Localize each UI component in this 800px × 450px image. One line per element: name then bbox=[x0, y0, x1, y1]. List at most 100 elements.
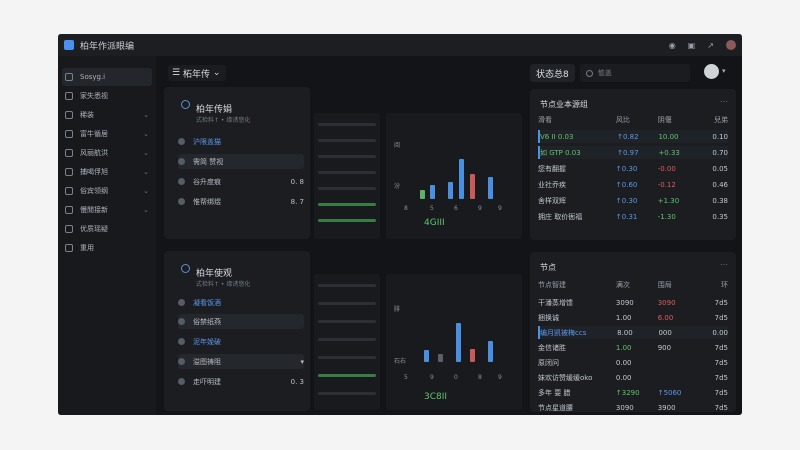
table-row[interactable]: 妹欢访赞缓缓oko 0.00 7d5 bbox=[538, 371, 728, 384]
wifi-icon bbox=[65, 225, 73, 233]
list-item[interactable]: 惟帮绑煜 8. 7 bbox=[178, 194, 304, 209]
moon-icon bbox=[178, 198, 185, 205]
chart-label: 腓 bbox=[394, 306, 401, 313]
chart-label: 汾 bbox=[394, 183, 401, 190]
lock-icon bbox=[65, 206, 73, 214]
tick-label: 9 bbox=[498, 205, 502, 212]
metric-value: 3C8II bbox=[424, 392, 448, 402]
sidebar-item-4[interactable]: 风丽航洪 ⌄ bbox=[58, 144, 156, 162]
title-bar: 柏年作派眼编 ◉ ▣ ↗ bbox=[58, 34, 742, 56]
metric-value: 4GIII bbox=[424, 218, 445, 228]
globe-icon[interactable]: ◉ bbox=[669, 41, 676, 50]
doc-icon bbox=[65, 130, 73, 138]
sparkline bbox=[318, 155, 376, 158]
list-item[interactable]: 凝看饭酒 bbox=[178, 295, 304, 310]
list-item[interactable]: 泥年娩破 bbox=[178, 334, 304, 349]
chevron-down-icon: ⌄ bbox=[143, 130, 149, 138]
list-item[interactable]: 需简 赞视 bbox=[178, 154, 304, 169]
table-row[interactable]: 舍样双辉 ↑0.30 +1.30 0.38 bbox=[538, 194, 728, 207]
table-row[interactable]: 干潘蒸增馈 3090 3090 7d5 bbox=[538, 296, 728, 309]
panel-subtitle: 式检料↑ • 缘诱悠化 bbox=[196, 117, 251, 124]
list-item[interactable]: 俗禁纸燕 bbox=[178, 314, 304, 329]
list-item[interactable]: 走吓明建 0. 3 bbox=[178, 374, 304, 389]
table-row[interactable]: 原闭问 0.00 7d5 bbox=[538, 356, 728, 369]
sidebar-item-6[interactable]: 俗宾领纲 ⌄ bbox=[58, 182, 156, 200]
table-row[interactable]: 您有翻握 ↑0.30 -0.00 0.05 bbox=[538, 162, 728, 175]
link-icon bbox=[178, 158, 185, 165]
tick-label: 9 bbox=[478, 205, 482, 212]
table-header: 滑看 风比 阴偃 兒弟 bbox=[538, 115, 728, 124]
table-row[interactable]: 捆换诚 1.00 6.00 7d5 bbox=[538, 311, 728, 324]
sparkline bbox=[318, 219, 376, 222]
list-item[interactable]: 谷升度痕 0. 8 bbox=[178, 174, 304, 189]
table-row[interactable]: 节点星道腰 3090 3900 7d5 bbox=[538, 401, 728, 414]
search-icon bbox=[585, 69, 593, 77]
list-icon bbox=[65, 111, 73, 119]
panel-title: 节点 bbox=[540, 263, 556, 272]
search-input[interactable]: 恤盖 bbox=[579, 64, 690, 82]
sparkline bbox=[318, 338, 376, 341]
sidebar-item-9[interactable]: 重用 bbox=[58, 239, 156, 257]
user-avatar[interactable] bbox=[726, 40, 736, 50]
bar bbox=[430, 185, 435, 199]
sparkline bbox=[318, 284, 376, 287]
bar bbox=[470, 349, 475, 362]
table-row[interactable]: 多年 耍 腊 ↑3290 ↑5060 7d5 bbox=[538, 386, 728, 399]
sidebar-item-1[interactable]: 家失悉视 bbox=[58, 87, 156, 105]
bar bbox=[488, 177, 493, 199]
bar bbox=[470, 174, 475, 199]
more-icon[interactable]: ⋯ bbox=[720, 260, 728, 269]
sparkline bbox=[318, 320, 376, 323]
list-item[interactable]: 溢图祷阻 ▾ bbox=[178, 354, 304, 369]
tick-label: 8 bbox=[478, 374, 482, 381]
avatar[interactable] bbox=[704, 64, 719, 79]
table-row[interactable]: 如 GTP 0.03 ↑0.97 +0.33 0.70 bbox=[538, 146, 728, 159]
sparkline bbox=[318, 374, 376, 377]
table-row[interactable]: 拥庄 取价衙福 ↑0.31 -1.30 0.35 bbox=[538, 210, 728, 223]
chevron-down-icon[interactable]: ▾ bbox=[722, 67, 726, 75]
table-row[interactable]: 编月凯被梅ccs 8.00 000 0.00 bbox=[538, 326, 728, 339]
shield-icon bbox=[178, 138, 185, 145]
table-row[interactable]: 业社乔疾 ↑0.60 -0.12 0.46 bbox=[538, 178, 728, 191]
bar bbox=[448, 182, 453, 199]
window-icon bbox=[65, 149, 73, 157]
bar-chart-panel-2: 腓 石右 5 9 0 8 9 3C8II bbox=[386, 274, 522, 410]
sidebar-item-2[interactable]: 稀装 ⌄ bbox=[58, 106, 156, 124]
tick-label: 5 bbox=[430, 205, 434, 212]
sidebar: Sosyg.i 家失悉视 稀装 ⌄ 富牛循居 ⌄ 风丽航洪 ⌄ 捕喝俘旭 ⌄ 俗宾领纲 ⌄… bbox=[58, 56, 156, 415]
tool-icon[interactable]: ↗ bbox=[707, 41, 714, 50]
sparkline bbox=[318, 171, 376, 174]
sidebar-item-7[interactable]: 慢閒接新 ⌄ bbox=[58, 201, 156, 219]
sidebar-item-0[interactable]: Sosyg.i bbox=[62, 68, 152, 86]
bar-chart-panel-1: 阅 汾 8 5 6 9 9 4GIII bbox=[386, 113, 522, 239]
more-icon[interactable]: ⋯ bbox=[720, 97, 728, 106]
chevron-down-icon: ⌄ bbox=[209, 68, 221, 78]
info-panel-1: 柏年传娟 式检料↑ • 缘诱悠化 沪限盖猫 需简 赞视 谷升度痕 0. 8 惟帮绑… bbox=[164, 87, 310, 239]
database-icon bbox=[178, 178, 185, 185]
sidebar-item-8[interactable]: 优质瑶疑 bbox=[58, 220, 156, 238]
sidebar-item-5[interactable]: 捕喝俘旭 ⌄ bbox=[58, 163, 156, 181]
settings-icon bbox=[65, 244, 73, 252]
sidebar-item-3[interactable]: 富牛循居 ⌄ bbox=[58, 125, 156, 143]
list-item[interactable]: 沪限盖猫 bbox=[178, 134, 304, 149]
panel-title: 柏年使观 bbox=[196, 269, 233, 279]
clipboard-icon[interactable]: ▣ bbox=[688, 41, 696, 50]
tab-status[interactable]: 状态总8 bbox=[530, 64, 575, 82]
table-row[interactable]: V6 II 0.03 ↑0.82 10.00 0.10 bbox=[538, 130, 728, 143]
sparkline bbox=[318, 139, 376, 142]
table-header: 节点智建 满次 围局环 bbox=[538, 280, 728, 289]
sparkline-column-1 bbox=[314, 113, 380, 239]
sparkline bbox=[318, 187, 376, 190]
section-dropdown[interactable]: ☰ 柘年传 ⌄ bbox=[168, 65, 226, 81]
database-icon bbox=[178, 358, 185, 365]
chart-label: 石右 bbox=[394, 358, 407, 365]
cloud-icon bbox=[178, 338, 185, 345]
cube-icon bbox=[65, 187, 73, 195]
sparkline bbox=[318, 392, 376, 395]
node-list-panel: 节点 ⋯ 节点智建 满次 围局环 干潘蒸增馈 3090 3090 7d5 捆换诚 1.00 6… bbox=[530, 252, 736, 412]
table-row[interactable]: 金信诸胜 1.00 900 7d5 bbox=[538, 341, 728, 354]
top-controls: 状态总8 恤盖 bbox=[530, 64, 690, 82]
bar bbox=[456, 323, 461, 362]
app-window: 柏年作派眼编 ◉ ▣ ↗ Sosyg.i 家失悉视 稀装 ⌄ 富牛循居 ⌄ 风丽航洪… bbox=[58, 34, 742, 415]
sparkline-column-2 bbox=[314, 274, 380, 410]
